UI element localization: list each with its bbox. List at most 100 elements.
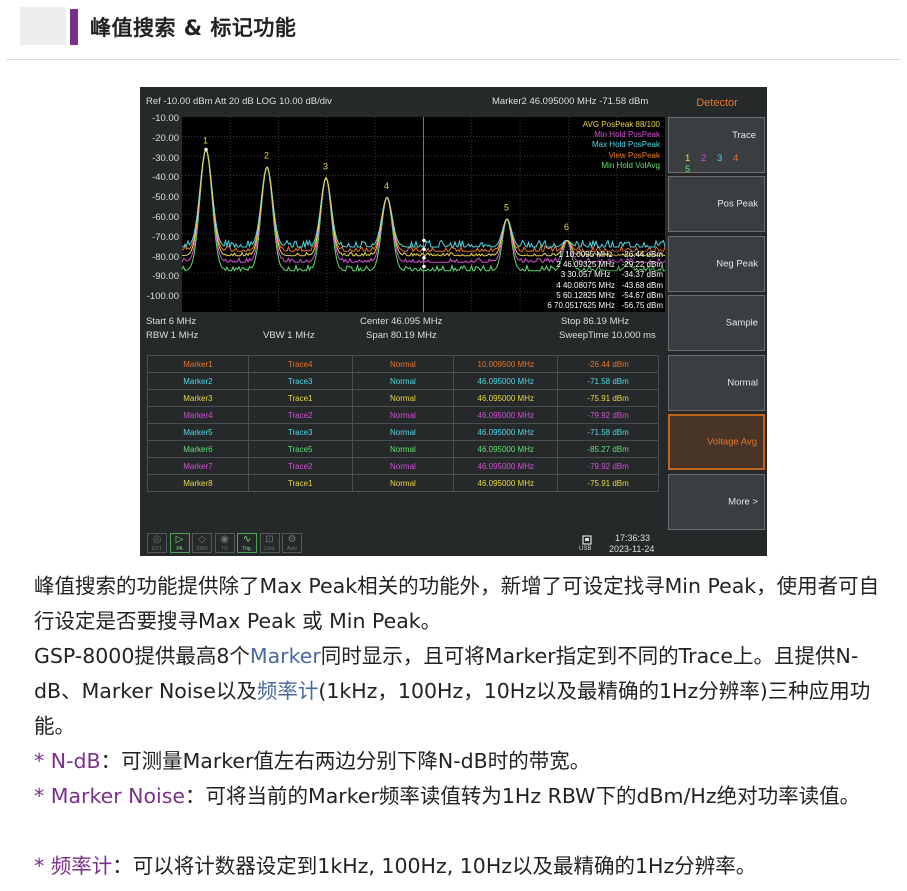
peak-label: 2 (264, 151, 269, 161)
marker-table-row[interactable]: Marker5 Trace3 Normal 46.095000 MHz -71.58 d… (147, 423, 659, 441)
marker-name-cell: Marker7 (147, 457, 249, 475)
sample-label: Sample (725, 317, 758, 329)
y-axis-label: -90.00 (152, 271, 179, 283)
trigger-icon[interactable]: ∿ Trig. (237, 533, 257, 553)
legend-entry: Min Hold VolAvg (601, 160, 660, 170)
bullet-frequency-counter: * 频率计：可以将计数器设定到1kHz, 100Hz, 10Hz以及最精确的1H… (34, 849, 884, 884)
tg-icon[interactable]: ◉ TG (214, 533, 235, 553)
status-icon-label: Auto (286, 546, 298, 552)
stop-frequency: Stop 86.19 MHz (561, 316, 630, 327)
marker-table-row[interactable]: Marker7 Trace2 Normal 46.095000 MHz -79.92 d… (147, 457, 659, 475)
more-softkey[interactable]: More > (668, 474, 765, 530)
ndb-term: * N-dB (34, 749, 101, 773)
marker-freq-cell: 46.095000 MHz (453, 423, 559, 441)
clock-time: 17:36:33 (615, 533, 651, 543)
marker-freq-cell: 46.095000 MHz (453, 372, 559, 390)
marker-level-cell: -75.91 dBm (557, 474, 659, 492)
marker-name-cell: Marker8 (147, 474, 249, 492)
status-icon-label: EXT (152, 546, 162, 552)
p2-text-a: GSP-8000提供最高8个 (34, 644, 250, 668)
normal-softkey[interactable]: Normal (668, 355, 765, 411)
marker-readout-row: 2 46.09325 MHz -29.22 dBm (556, 260, 663, 270)
trace-number: 4 (733, 153, 739, 164)
marker-name-cell: Marker1 (147, 355, 249, 373)
voltage-avg-label: Voltage Avg (706, 436, 757, 448)
marker-name-cell: Marker5 (147, 423, 249, 441)
marker-trace-cell: Trace2 (247, 457, 353, 475)
y-axis-label: -10.00 (152, 113, 179, 124)
y-axis-label: -80.00 (152, 251, 179, 263)
start-frequency: Start 6 MHz (146, 316, 197, 327)
pa-icon[interactable]: ▷ PA (169, 533, 190, 553)
pos-peak-label: Pos Peak (717, 198, 758, 210)
y-axis-label: -20.00 (152, 132, 179, 144)
status-icon-label: TG (221, 546, 228, 552)
marker-table-row[interactable]: Marker8 Trace1 Normal 46.095000 MHz -75.91 d… (147, 474, 659, 492)
y-axis-label: -40.00 (152, 172, 179, 184)
neg-peak-softkey[interactable]: Neg Peak (668, 236, 765, 292)
y-axis-label: -50.00 (152, 192, 179, 204)
marker-mode-cell: Normal (351, 372, 455, 390)
trace-softkey[interactable]: Trace 1 2 3 4 5 (668, 117, 765, 175)
marker-trace-cell: Trace2 (247, 406, 353, 424)
more-label: More > (728, 496, 758, 508)
marker-table-row[interactable]: Marker4 Trace2 Normal 46.095000 MHz -79.92 d… (147, 406, 659, 424)
legend-entry: AVG PosPeak 88/100 (582, 120, 660, 129)
y-axis-label: -60.00 (152, 212, 179, 223)
normal-label: Normal (727, 377, 758, 389)
marker-mode-cell: Normal (351, 474, 455, 492)
marker-point (204, 147, 208, 152)
marker-mode-cell: Normal (351, 389, 455, 407)
peak-label: 5 (504, 203, 509, 213)
marker-name-cell: Marker3 (147, 389, 249, 407)
marker-freq-cell: 46.095000 MHz (453, 406, 559, 424)
status-icon-label: Cont. (263, 546, 276, 552)
marker-trace-cell: Trace1 (247, 389, 353, 407)
usb-label: USB (579, 546, 592, 552)
sample-softkey[interactable]: Sample (668, 295, 765, 351)
marker-trace-cell: Trace5 (247, 440, 353, 458)
usb-icon: USB (579, 535, 595, 553)
marker-table-row[interactable]: Marker6 Trace5 Normal 46.095000 MHz -85.27 d… (147, 440, 659, 458)
marker-level-cell: -26.44 dBm (557, 355, 659, 373)
y-axis-label: -70.00 (152, 231, 179, 243)
frequency-counter-text: ：可以将计数器设定到1kHz, 100Hz, 10Hz以及最精确的1Hz分辨率。 (112, 854, 757, 878)
swr-icon[interactable]: ◇ SWR (192, 533, 212, 553)
peak-label: 1 (203, 135, 208, 145)
frequency-counter-term: * 频率计 (34, 854, 113, 878)
marker-table-row[interactable]: Marker2 Trace3 Normal 46.095000 MHz -71.58 d… (147, 372, 659, 390)
pos-peak-softkey[interactable]: Pos Peak (668, 176, 765, 232)
marker-readout-row: 3 30.057 MHz -34.37 dBm (560, 270, 663, 280)
header-box (20, 7, 66, 45)
swr-icon-glyph: ◇ (198, 534, 206, 545)
peak-label: 4 (384, 181, 389, 191)
marker-readout-row: 6 70.0517625 MHz -56.75 dBm (547, 301, 663, 310)
marker-point (422, 238, 426, 243)
marker-level-cell: -71.58 dBm (557, 423, 659, 441)
frequency-counter-link[interactable]: 频率计 (257, 679, 319, 703)
status-icon-label: PA (176, 546, 183, 552)
marker-trace-cell: Trace4 (247, 355, 353, 373)
marker-link[interactable]: Marker (250, 644, 321, 668)
ext-icon[interactable]: ◎ EXT (147, 533, 167, 553)
marker-trace-cell: Trace1 (247, 474, 353, 492)
tg-icon-glyph: ◉ (220, 534, 229, 545)
marker-name-cell: Marker4 (147, 406, 249, 424)
marker-table-row[interactable]: Marker1 Trace4 Normal 10.009500 MHz -26.44 d… (147, 355, 659, 373)
status-icon-label: Trig. (242, 546, 252, 552)
marker-table: Marker1 Trace4 Normal 10.009500 MHz -26.44 d… (147, 355, 659, 492)
voltage-avg-softkey[interactable]: Voltage Avg (668, 414, 765, 470)
marker-noise-term: * Marker Noise (34, 784, 186, 808)
bullet-ndb: * N-dB：可测量Marker值左右两边分别下降N-dB时的带宽。 (34, 744, 884, 779)
marker-noise-text: ：可将当前的Marker频率读值转为1Hz RBW下的dBm/Hz绝对功率读值。 (185, 784, 861, 808)
marker-freq-cell: 46.095000 MHz (453, 474, 559, 492)
auto-icon-glyph: ⚙ (287, 534, 297, 545)
trace-number: 1 (685, 153, 691, 164)
auto-icon[interactable]: ⚙ Auto (282, 533, 302, 553)
marker-table-row[interactable]: Marker3 Trace1 Normal 46.095000 MHz -75.91 d… (147, 389, 659, 407)
marker-level-cell: -71.58 dBm (557, 372, 659, 390)
sweep-time-readout: SweepTime 10.000 ms (559, 330, 656, 341)
header-divider (6, 59, 901, 60)
continuous-icon[interactable]: ⊡ Cont. (259, 533, 280, 553)
marker-mode-cell: Normal (351, 457, 455, 475)
